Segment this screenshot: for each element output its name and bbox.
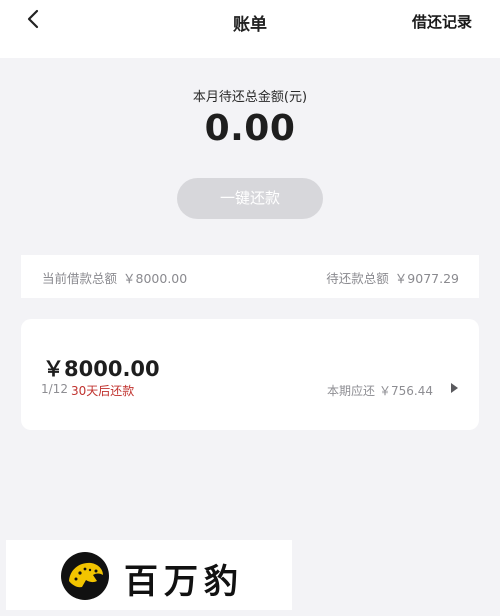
current-borrowed-total: 当前借款总额 ￥8000.00 [42,268,187,287]
current-borrowed-label: 当前借款总额 [42,271,118,286]
bill-page: 账单 借还记录 本月待还总金额(元) 0.00 一键还款 当前借款总额 ￥8000… [0,0,500,616]
current-installment-label: 本期应还 [326,384,375,398]
monthly-due-amount: 0.00 [204,108,296,149]
current-installment-value: ￥756.44 [379,384,433,398]
loan-amount: ￥8000.00 [43,357,160,381]
pending-repay-total: 待还款总额 ￥9077.29 [326,268,459,287]
borrow-repay-records-link[interactable]: 借还记录 [412,11,472,32]
brand-watermark: 百万豹 [6,540,292,610]
loan-card[interactable]: ￥8000.00 1/12 30天后还款 本期应还 ￥756.44 [21,319,479,430]
one-click-repay-button[interactable]: 一键还款 [177,178,323,219]
leopard-logo-icon [61,552,109,600]
monthly-due-label: 本月待还总金额(元) [192,90,308,105]
loan-due-text: 30天后还款 [71,384,135,398]
brand-name: 百万豹 [124,562,244,602]
totals-bar: 当前借款总额 ￥8000.00 待还款总额 ￥9077.29 [21,255,479,298]
caret-right-icon [451,383,458,393]
pending-repay-value: ￥9077.29 [394,271,459,286]
pending-repay-label: 待还款总额 [326,271,389,286]
top-bar: 账单 借还记录 [0,0,500,58]
loan-period: 1/12 [41,382,68,396]
current-borrowed-value: ￥8000.00 [123,271,188,286]
current-installment: 本期应还 ￥756.44 [327,382,433,399]
